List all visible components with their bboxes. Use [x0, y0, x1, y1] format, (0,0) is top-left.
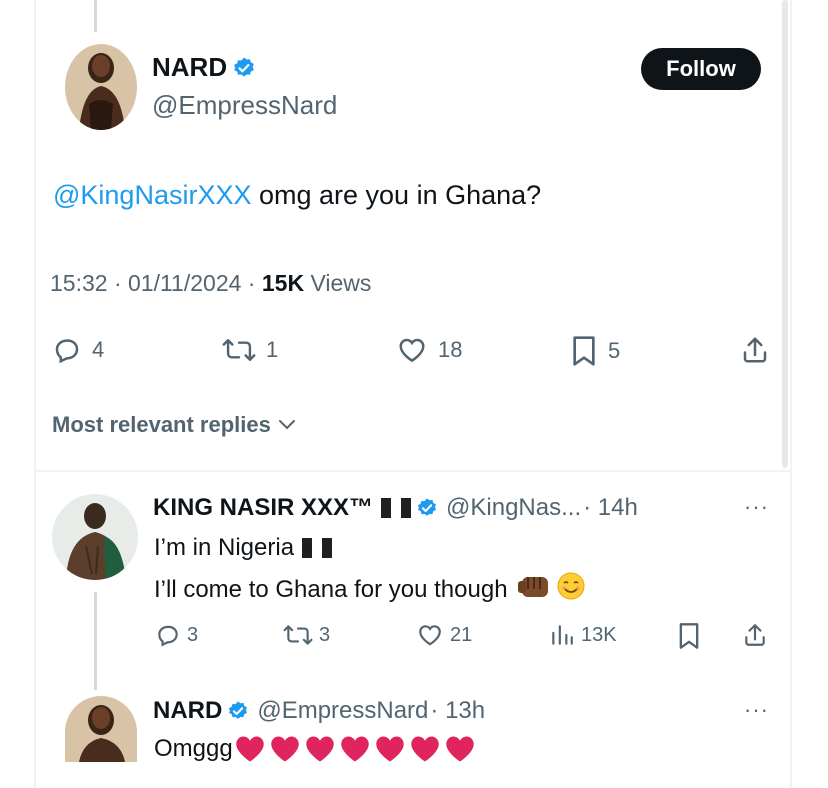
author-name[interactable]: NARD: [152, 52, 227, 83]
hearts-row: [235, 735, 480, 763]
red-heart-icon: [445, 735, 480, 763]
thread-connector: [94, 592, 97, 690]
views-count: 15K: [261, 270, 305, 296]
red-heart-icon: [235, 735, 270, 763]
share-icon: [740, 335, 770, 365]
tweet-meta: 15:32 · 01/11/2024 · 15K Views: [50, 270, 371, 297]
like-button[interactable]: 21: [416, 622, 472, 648]
author-name-row: NARD @EmpressNard · 13h: [153, 697, 485, 725]
like-button[interactable]: 18: [396, 335, 462, 365]
repost-button[interactable]: 3: [283, 622, 330, 648]
follow-button[interactable]: Follow: [641, 48, 761, 90]
repost-count: 3: [319, 623, 331, 646]
reply-text: Omggg: [154, 735, 233, 762]
red-heart-icon: [340, 735, 375, 763]
share-button[interactable]: [742, 622, 768, 648]
tweet-body: omg are you in Ghana?: [251, 180, 542, 210]
reply-text-line-1: I’m in Nigeria: [154, 534, 295, 561]
avatar[interactable]: [52, 494, 138, 580]
author-name[interactable]: KING NASIR XXX™: [153, 494, 373, 522]
verified-badge-icon: [416, 497, 438, 519]
thread-connector-top: [94, 0, 97, 32]
reply-line: I’m in Nigeria: [154, 534, 333, 562]
bookmark-button[interactable]: 5: [570, 335, 620, 367]
author-name[interactable]: NARD: [153, 697, 222, 725]
like-icon: [416, 622, 444, 648]
sort-label: Most relevant replies: [52, 412, 271, 437]
tweet-time[interactable]: 15:32: [50, 270, 108, 296]
more-icon[interactable]: ···: [744, 697, 769, 723]
repost-icon: [283, 622, 313, 648]
author-handle[interactable]: @KingNas...: [446, 494, 581, 522]
share-button[interactable]: [740, 335, 770, 365]
like-count: 18: [438, 337, 463, 362]
repost-button[interactable]: 1: [222, 335, 278, 365]
author-name-row: NARD: [152, 52, 256, 83]
timeline-left-border: [34, 0, 36, 788]
views-icon: [549, 622, 575, 648]
chevron-down-icon: [277, 412, 297, 438]
more-icon[interactable]: ···: [744, 494, 769, 520]
views-button[interactable]: 13K: [549, 622, 617, 648]
repost-icon: [222, 335, 256, 365]
reply-count: 4: [92, 337, 105, 362]
bookmark-button[interactable]: [677, 622, 701, 650]
bookmark-count: 5: [608, 338, 621, 363]
reply-count: 3: [187, 623, 199, 646]
reply-text-line-2: I’ll come to Ghana for you though: [154, 575, 508, 603]
reply-line: Omggg: [154, 734, 480, 764]
reply-icon: [52, 335, 82, 365]
author-handle[interactable]: @EmpressNard: [152, 90, 337, 121]
nigeria-flag-icon: [381, 498, 412, 518]
avatar[interactable]: [65, 44, 137, 130]
section-divider: [34, 470, 792, 472]
views-count: 13K: [581, 623, 617, 646]
tweet-text: @KingNasirXXX omg are you in Ghana?: [53, 180, 541, 211]
verified-badge-icon: [227, 700, 249, 722]
red-heart-icon: [410, 735, 445, 763]
nigeria-flag-icon: [302, 538, 333, 558]
reply-time[interactable]: · 14h: [583, 494, 638, 522]
fist-emoji-icon: [517, 571, 552, 608]
like-icon: [396, 335, 428, 365]
red-heart-icon: [305, 735, 340, 763]
author-name-row: KING NASIR XXX™ @KingNas... · 14h: [153, 494, 638, 522]
red-heart-icon: [270, 735, 305, 763]
verified-badge-icon: [232, 56, 256, 80]
tweet-date[interactable]: · 01/11/2024 ·: [114, 270, 256, 296]
reply-button[interactable]: 4: [52, 335, 104, 365]
sort-replies-dropdown[interactable]: Most relevant replies: [52, 412, 297, 438]
author-handle-row: @EmpressNard: [152, 90, 337, 121]
share-icon: [742, 622, 768, 648]
timeline-right-border: [790, 0, 792, 788]
smile-emoji-icon: [556, 571, 586, 608]
scrollbar-thumb[interactable]: [782, 0, 788, 468]
bookmark-icon: [570, 335, 598, 367]
repost-count: 1: [266, 337, 279, 362]
author-handle[interactable]: @EmpressNard: [257, 697, 428, 725]
reply-icon: [155, 622, 181, 648]
reply-button[interactable]: 3: [155, 622, 198, 648]
bookmark-icon: [677, 622, 701, 650]
avatar[interactable]: [65, 696, 137, 762]
views-label: Views: [310, 270, 372, 296]
like-count: 21: [450, 623, 473, 646]
mention-link[interactable]: @KingNasirXXX: [53, 180, 251, 210]
red-heart-icon: [375, 735, 410, 763]
reply-line: I’ll come to Ghana for you though: [154, 571, 586, 608]
reply-time[interactable]: · 13h: [430, 697, 485, 725]
